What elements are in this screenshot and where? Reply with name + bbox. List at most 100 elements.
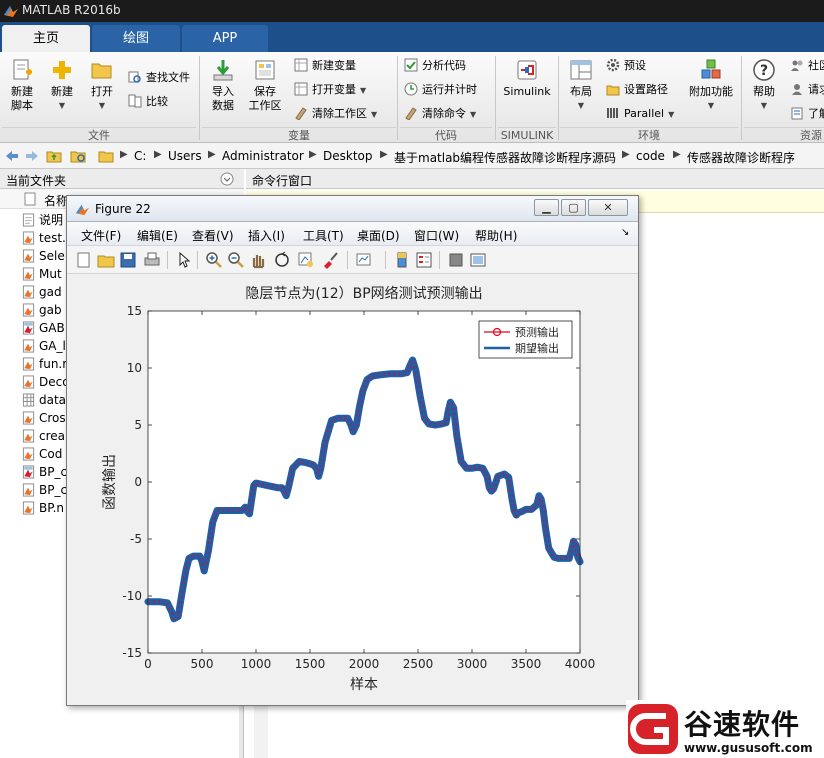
- figure-menu-item[interactable]: 插入(I): [248, 227, 285, 244]
- pan-icon[interactable]: [249, 251, 267, 269]
- breadcrumb-code[interactable]: code: [636, 149, 665, 163]
- save-workspace-button[interactable]: 保存 工作区: [245, 58, 285, 113]
- import-data-button[interactable]: 导入 数据: [205, 58, 241, 113]
- new-figure-icon[interactable]: [75, 251, 93, 269]
- forward-icon[interactable]: [24, 148, 40, 164]
- parallel-button[interactable]: Parallel ▼: [606, 104, 674, 124]
- figure-menu-item[interactable]: 工具(T): [303, 227, 344, 244]
- set-path-button[interactable]: 设置路径: [606, 80, 668, 100]
- community-label: 社区: [808, 59, 824, 72]
- y-tick-label: -15: [122, 646, 142, 660]
- colorbar-icon[interactable]: [393, 251, 411, 269]
- m-file-icon: [22, 339, 35, 353]
- figure-menu-item[interactable]: 桌面(D): [357, 227, 400, 244]
- edit-plot-icon[interactable]: [175, 251, 193, 269]
- command-window-title: 命令行窗口: [252, 174, 313, 188]
- find-files-button[interactable]: 查找文件: [128, 68, 190, 88]
- set-path-icon: [606, 85, 620, 96]
- community-button[interactable]: 社区: [790, 56, 824, 76]
- figure-menu-item[interactable]: 查看(V): [192, 227, 234, 244]
- new-label: 新建: [51, 85, 73, 98]
- preferences-button[interactable]: 预设: [606, 56, 646, 76]
- open-file-icon[interactable]: [97, 251, 115, 269]
- panel-actions-icon[interactable]: [220, 172, 234, 186]
- layout-dropdown-icon: ▼: [577, 101, 585, 110]
- run-and-time-label: 运行并计时: [422, 83, 477, 96]
- plot-canvas[interactable]: 0 500 1000 1500 2000 2500 3000 3500 4000 -15 -10 -5…: [67, 275, 638, 705]
- print-icon[interactable]: [143, 251, 161, 269]
- brush-icon[interactable]: [321, 251, 339, 269]
- add-ons-button[interactable]: 附加功能 ▼: [686, 58, 736, 113]
- matlab-logo-icon: [75, 204, 90, 216]
- analyze-code-button[interactable]: 分析代码: [404, 56, 466, 76]
- breadcrumb-desktop[interactable]: Desktop: [323, 149, 373, 163]
- browse-folder-icon[interactable]: [70, 148, 86, 164]
- hide-plot-tools-icon[interactable]: [447, 251, 465, 269]
- dock-figure-icon[interactable]: ↘: [621, 227, 629, 238]
- breadcrumb-current[interactable]: 传感器故障诊断程序: [687, 149, 795, 166]
- add-ons-label: 附加功能: [689, 85, 733, 98]
- open-button[interactable]: 打开 ▼: [84, 58, 120, 113]
- breadcrumb-administrator[interactable]: Administrator: [222, 149, 304, 163]
- figure-menu-item[interactable]: 文件(F): [81, 227, 121, 244]
- simulink-button[interactable]: Simulink: [501, 58, 553, 99]
- tab-apps[interactable]: APP: [182, 25, 268, 52]
- x-tick-label: 500: [191, 657, 214, 671]
- figure-menu-bar: 文件(F) 编辑(E) 查看(V) 插入(I) 工具(T) 桌面(D) 窗口(W) 帮助(H)…: [67, 222, 638, 246]
- zoom-in-icon[interactable]: [205, 251, 223, 269]
- ribbon-divider: [495, 56, 496, 140]
- tab-plots[interactable]: 绘图: [92, 25, 180, 52]
- plus-icon: [53, 61, 71, 79]
- link-plot-icon[interactable]: [355, 251, 373, 269]
- layout-button[interactable]: 布局 ▼: [563, 58, 599, 113]
- show-plot-tools-icon[interactable]: [469, 251, 487, 269]
- y-tick-label: 0: [134, 475, 142, 489]
- watermark-name: 谷速软件: [684, 708, 801, 741]
- column-name[interactable]: 名称: [44, 192, 68, 209]
- maximize-button[interactable]: ▢: [561, 199, 586, 216]
- open-variable-button[interactable]: 打开变量 ▼: [294, 80, 366, 100]
- back-icon[interactable]: [4, 148, 20, 164]
- figure-menu-item[interactable]: 帮助(H): [475, 227, 517, 244]
- new-button[interactable]: 新建 ▼: [44, 58, 80, 113]
- layout-icon: [570, 60, 592, 80]
- minimize-icon: ▁: [542, 201, 551, 214]
- file-name: BP_c: [39, 483, 68, 497]
- request-support-button[interactable]: 请求: [790, 80, 824, 100]
- save-icon[interactable]: [119, 251, 137, 269]
- figure-menu-item[interactable]: 窗口(W): [414, 227, 459, 244]
- window-title: MATLAB R2016b: [22, 3, 121, 17]
- figure-window[interactable]: Figure 22 ▁ ▢ ✕ 文件(F) 编辑(E) 查看(V) 插入(I) 工具(T…: [66, 195, 639, 706]
- legend-icon[interactable]: [415, 251, 433, 269]
- file-name: GAB: [39, 321, 65, 335]
- zoom-out-icon[interactable]: [227, 251, 245, 269]
- x-tick-label: 2500: [403, 657, 434, 671]
- breadcrumb-project[interactable]: 基于matlab编程传感器故障诊断程序源码: [394, 149, 616, 166]
- new-variable-button[interactable]: 新建变量: [294, 56, 356, 76]
- up-folder-icon[interactable]: [46, 148, 62, 164]
- compare-button[interactable]: 比较: [128, 92, 168, 112]
- help-button[interactable]: ? 帮助 ▼: [746, 58, 782, 113]
- clear-workspace-dropdown-icon: ▼: [371, 110, 378, 119]
- x-tick-label: 4000: [565, 657, 596, 671]
- run-and-time-button[interactable]: 运行并计时: [404, 80, 477, 100]
- minimize-button[interactable]: ▁: [534, 199, 559, 216]
- figure-title-bar[interactable]: Figure 22 ▁ ▢ ✕: [67, 196, 638, 222]
- clear-workspace-button[interactable]: 清除工作区 ▼: [294, 104, 377, 124]
- data-cursor-icon[interactable]: [297, 251, 315, 269]
- breadcrumb-users[interactable]: Users: [168, 149, 202, 163]
- find-files-icon: [128, 71, 141, 83]
- clear-commands-button[interactable]: 清除命令 ▼: [404, 104, 476, 124]
- new-script-button[interactable]: 新建 脚本: [4, 58, 40, 113]
- x-tick-label: 3500: [511, 657, 542, 671]
- rotate-icon[interactable]: [273, 251, 291, 269]
- ribbon-divider: [741, 56, 742, 140]
- learn-button[interactable]: 了解: [790, 104, 824, 124]
- close-button[interactable]: ✕: [588, 199, 628, 216]
- close-icon: ✕: [603, 201, 613, 214]
- figure-menu-item[interactable]: 编辑(E): [137, 227, 178, 244]
- breadcrumb-drive[interactable]: C:: [134, 149, 146, 163]
- parallel-icon: [607, 108, 618, 118]
- tab-home[interactable]: 主页: [2, 25, 90, 52]
- toolbar-divider: [439, 251, 440, 269]
